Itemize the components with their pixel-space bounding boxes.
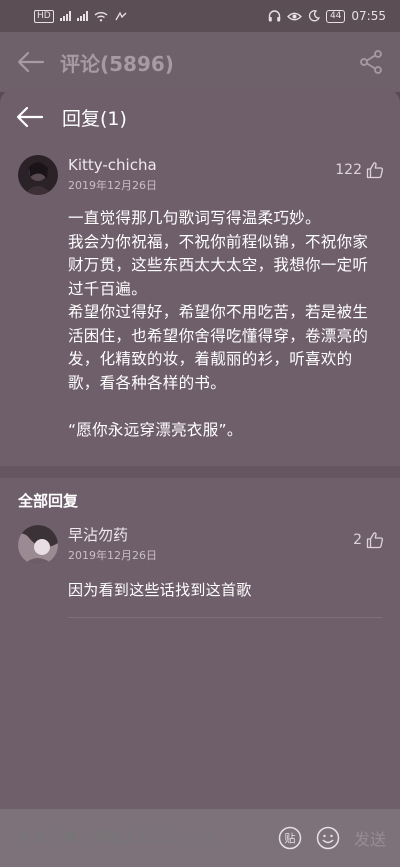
comment-line: 希望你过得好，希望你不用吃苦，若是被生活困住，也希望你舍得吃懂得穿，卷漂亮的发，… (68, 303, 369, 392)
comment-date: 2019年12月26日 (68, 179, 157, 192)
avatar[interactable] (18, 155, 58, 195)
back-arrow-icon[interactable] (16, 105, 44, 129)
clock: 07:55 (351, 9, 386, 23)
reply-item: 早沾勿药 2019年12月26日 因为看到这些话找到这首歌 2 (0, 511, 400, 603)
send-button[interactable]: 发送 (354, 826, 386, 850)
reply-text: 因为看到这些话找到这首歌 (68, 581, 252, 599)
back-arrow-icon[interactable] (16, 50, 46, 74)
nfc-icon (115, 11, 127, 20)
reply-divider (68, 616, 382, 618)
comment-line: 一直觉得那几句歌词写得温柔巧妙。 (68, 209, 321, 227)
share-icon[interactable] (358, 49, 384, 75)
thumbs-up-icon (366, 532, 383, 549)
reply-body: 早沾勿药 2019年12月26日 因为看到这些话找到这首歌 (68, 525, 382, 603)
sheet-header: 回复(1) (0, 89, 400, 145)
eye-comfort-icon (287, 12, 302, 20)
comment-text: 一直觉得那几句歌词写得温柔巧妙。 我会为你祝福，不祝你前程似锦，不祝你家财万贯，… (68, 207, 382, 442)
reply-username[interactable]: 早沾勿药 (68, 525, 382, 545)
sticker-label: 贴 (284, 831, 295, 845)
like-button[interactable]: 122 (335, 161, 384, 179)
status-left: HD (34, 9, 128, 23)
status-right: 44 07:55 (268, 9, 386, 23)
signal-icon (59, 11, 71, 21)
main-comment: Kitty-chicha 2019年12月26日 一直觉得那几句歌词写得温柔巧妙… (0, 145, 400, 442)
comment-body: Kitty-chicha 2019年12月26日 一直觉得那几句歌词写得温柔巧妙… (68, 155, 382, 442)
like-button[interactable]: 2 (353, 531, 384, 549)
comment-line: 我会为你祝福，不祝你前程似锦，不祝你家财万贯，这些东西太大太空，我想你一定听过千… (68, 232, 369, 298)
wifi-icon (94, 11, 108, 21)
like-count: 122 (335, 162, 362, 178)
sticker-icon[interactable]: 贴 (278, 826, 302, 850)
comment-line: “愿你永远穿漂亮衣服”。 (68, 420, 243, 439)
like-count: 2 (353, 532, 362, 548)
reply-sheet: 回复(1) Kitty-chicha 2019年12月26日 一直觉得那几句歌词… (0, 89, 400, 867)
moon-icon (308, 10, 320, 22)
battery-indicator: 44 (325, 9, 346, 23)
hd-indicator: HD (34, 9, 54, 23)
background-page-title: 评论(5896) (60, 51, 174, 76)
emoji-icon[interactable] (316, 826, 340, 850)
background-header: 评论(5896) (0, 32, 400, 92)
thumbs-up-icon (366, 162, 383, 179)
comment-input[interactable] (18, 829, 264, 847)
headphones-icon (268, 10, 281, 22)
comment-line (68, 395, 382, 419)
comment-input-bar: 贴 发送 (0, 809, 400, 867)
avatar[interactable] (18, 525, 58, 565)
status-bar: HD 44 07:55 (0, 0, 400, 32)
all-replies-heading: 全部回复 (18, 492, 79, 510)
section-divider (0, 466, 400, 478)
signal-icon-2 (76, 11, 88, 21)
reply-date: 2019年12月26日 (68, 549, 157, 562)
sheet-title: 回复(1) (62, 107, 127, 130)
